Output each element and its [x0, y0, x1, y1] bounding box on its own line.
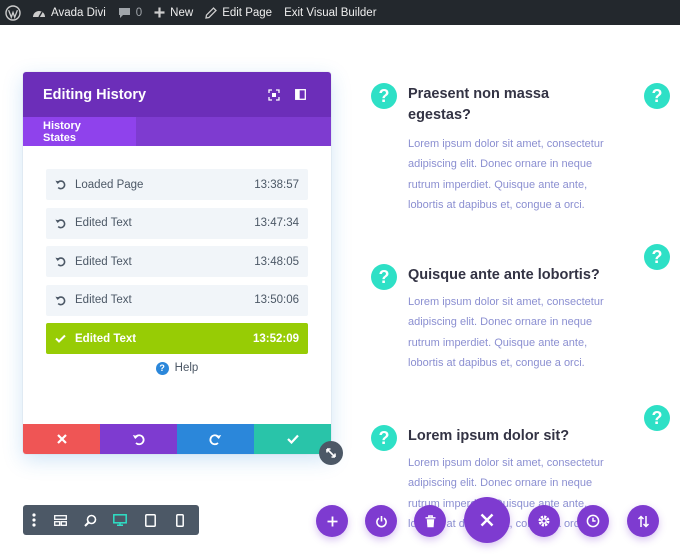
blurb: Praesent non massa egestas? Lorem ipsum …: [408, 84, 608, 215]
portability-button[interactable]: [627, 505, 659, 537]
comments-count: 0: [135, 6, 143, 19]
view-mode-toolbar: [23, 505, 199, 535]
add-module-button[interactable]: [316, 505, 348, 537]
undo-icon: [55, 295, 75, 306]
blurb-title: Lorem ipsum dolor sit?: [408, 428, 570, 444]
zoom-icon[interactable]: [75, 505, 105, 535]
expand-icon[interactable]: [259, 72, 289, 117]
check-icon: [55, 334, 75, 343]
modal-tabs: History States: [23, 117, 331, 146]
question-icon: ?: [644, 244, 670, 270]
admin-bar-edit-page[interactable]: Edit Page: [199, 0, 278, 25]
layers-icon[interactable]: [45, 505, 75, 535]
exit-visual-builder-label: Exit Visual Builder: [284, 6, 377, 19]
history-icon: [586, 514, 600, 528]
resize-icon: [326, 448, 336, 458]
undo-button[interactable]: [100, 424, 177, 454]
tab-history-states[interactable]: History States: [23, 117, 136, 146]
phone-icon[interactable]: [165, 505, 195, 535]
undo-icon: [55, 179, 75, 190]
history-list: Loaded Page 13:38:57 Edited Text 13:47:34 Ed…: [46, 169, 308, 354]
check-icon: [286, 434, 299, 444]
blurb-text: Lorem ipsum dolor sit amet, consectetur …: [408, 138, 604, 211]
history-state-row[interactable]: Loaded Page 13:38:57: [46, 169, 308, 200]
history-state-label: Loaded Page: [75, 178, 144, 191]
trash-icon: [425, 514, 435, 527]
admin-bar-site[interactable]: Avada Divi: [26, 0, 112, 25]
blurb-title: Praesent non massa egestas?: [408, 86, 550, 123]
history-state-row[interactable]: Edited Text 13:47:34: [46, 207, 308, 239]
close-icon: [56, 434, 67, 444]
question-icon: ?: [644, 83, 670, 109]
editing-history-modal: Editing History History States Loaded Pa…: [23, 72, 331, 454]
clear-layout-button[interactable]: [414, 505, 446, 537]
modal-body: Loaded Page 13:38:57 Edited Text 13:47:34 Ed…: [23, 146, 331, 424]
undo-icon: [55, 256, 75, 267]
question-icon: ?: [644, 405, 670, 431]
history-state-time: 13:38:57: [254, 178, 299, 191]
pencil-icon: [205, 6, 218, 19]
sort-icon: [637, 514, 649, 528]
close-page-settings-button[interactable]: [464, 497, 510, 543]
blurb-title: Quisque ante ante lobortis?: [408, 267, 600, 283]
undo-icon: [55, 218, 75, 229]
history-button[interactable]: [577, 505, 609, 537]
help-label: Help: [174, 362, 199, 374]
desktop-icon[interactable]: [105, 505, 135, 535]
modal-header[interactable]: Editing History: [23, 72, 331, 117]
sidebar-icon[interactable]: [289, 72, 311, 117]
site-name: Avada Divi: [51, 6, 106, 19]
history-state-label: Edited Text: [75, 255, 132, 268]
edit-page-label: Edit Page: [222, 6, 273, 19]
history-state-label: Edited Text: [75, 332, 137, 345]
resize-handle[interactable]: [319, 441, 343, 465]
power-icon: [375, 515, 387, 527]
tablet-icon[interactable]: [135, 505, 165, 535]
question-icon: ?: [371, 425, 397, 451]
help-link[interactable]: ? Help: [46, 361, 308, 375]
history-state-label: Edited Text: [75, 217, 132, 229]
comment-icon: [118, 7, 130, 18]
blurb-text: Lorem ipsum dolor sit amet, consectetur …: [408, 296, 604, 369]
redo-button[interactable]: [177, 424, 254, 454]
history-state-time: 13:47:34: [254, 217, 299, 229]
disable-button[interactable]: [365, 505, 397, 537]
modal-title: Editing History: [43, 86, 147, 103]
history-state-time: 13:48:05: [254, 255, 299, 268]
page-settings-button[interactable]: [528, 505, 560, 537]
history-state-row[interactable]: Edited Text 13:48:05: [46, 246, 308, 277]
history-state-time: 13:50:06: [254, 294, 299, 306]
history-state-row[interactable]: Edited Text 13:50:06: [46, 284, 308, 316]
admin-bar-new[interactable]: New: [148, 0, 199, 25]
plus-icon: [154, 7, 165, 18]
question-icon: ?: [371, 83, 397, 109]
admin-bar-comments[interactable]: 0: [112, 0, 148, 25]
new-label: New: [170, 6, 194, 19]
history-state-label: Edited Text: [75, 294, 132, 306]
blurb: Quisque ante ante lobortis? Lorem ipsum …: [408, 265, 608, 373]
admin-bar-exit-visual-builder[interactable]: Exit Visual Builder: [278, 0, 382, 25]
modal-footer: [23, 424, 331, 454]
question-icon: ?: [371, 264, 397, 290]
close-icon: [480, 513, 494, 527]
cancel-button[interactable]: [23, 424, 100, 454]
admin-bar: Avada Divi 0 New Edit Page Exit Visual B…: [0, 0, 680, 25]
history-state-row[interactable]: Edited Text 13:52:09: [46, 323, 308, 354]
undo-icon: [132, 433, 145, 445]
wordpress-icon[interactable]: [0, 0, 26, 25]
help-icon: ?: [155, 361, 169, 375]
menu-dots-icon[interactable]: [23, 505, 45, 535]
dashboard-icon: [33, 10, 45, 17]
settings-icon: [538, 515, 550, 527]
add-icon: [327, 516, 337, 526]
history-state-time: 13:52:09: [252, 332, 299, 345]
redo-icon: [209, 433, 222, 445]
